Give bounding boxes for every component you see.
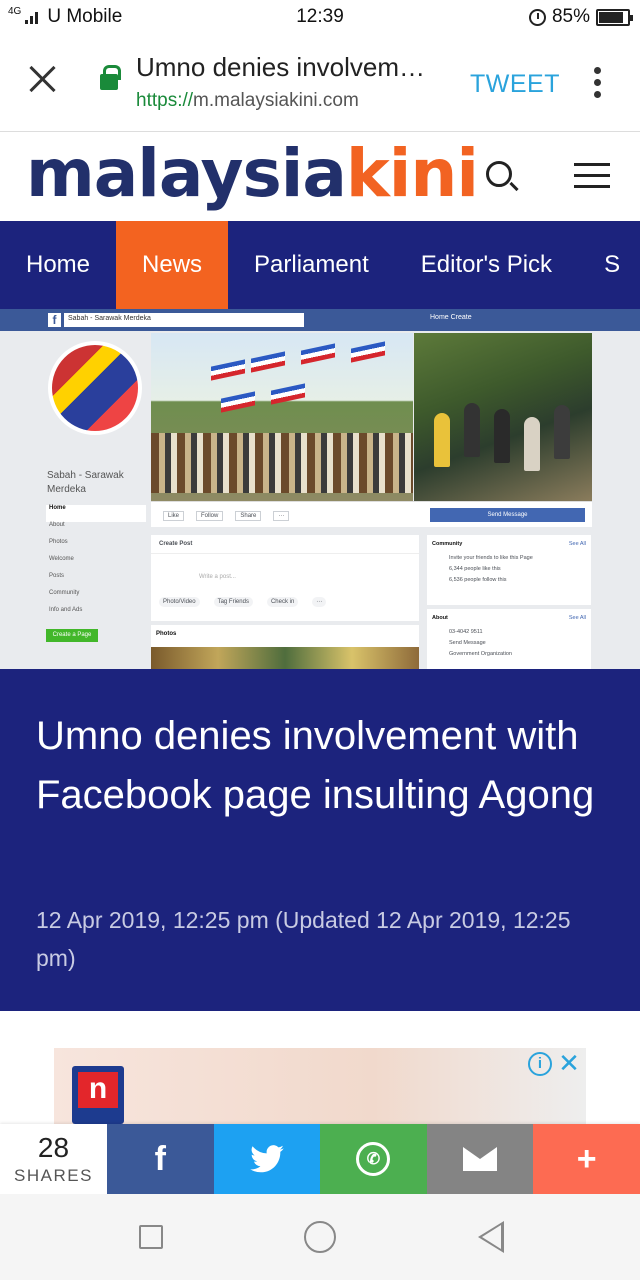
section-nav: Home News Parliament Editor's Pick S (0, 221, 640, 309)
facebook-logo-icon: f (48, 313, 61, 327)
twitter-icon (250, 1145, 284, 1173)
fb-search-box: Sabah - Sarawak Merdeka (64, 313, 304, 327)
fb-menu-item: Info and Ads (49, 607, 83, 613)
fb-photos-section: Photos (151, 625, 419, 669)
battery-icon (596, 8, 633, 26)
battery-percent: 85% (551, 6, 590, 27)
article-date: 12 Apr 2019, 12:25 pm (Updated 12 Apr 20… (36, 907, 571, 971)
share-twitter-button[interactable] (213, 1124, 321, 1194)
alarm-icon (528, 8, 546, 26)
share-count-label: SHARES (14, 1166, 93, 1185)
plus-icon: + (576, 1139, 597, 1178)
email-icon (463, 1147, 498, 1171)
article-title: Umno denies involvement with Facebook pa… (36, 714, 595, 817)
article-header: Umno denies involvement with Facebook pa… (0, 669, 640, 1011)
site-logo[interactable]: malaysiakini (26, 135, 479, 212)
recent-apps-icon[interactable] (139, 1225, 163, 1249)
status-right: 85% (528, 6, 633, 28)
fb-send-message-button: Send Message (430, 508, 585, 522)
hamburger-menu-icon[interactable] (574, 163, 610, 189)
facebook-icon: f (154, 1139, 166, 1178)
url-text[interactable]: https://m.malaysiakini.com (136, 90, 359, 112)
fb-menu-item: Posts (49, 573, 65, 579)
search-icon[interactable] (486, 161, 512, 187)
share-facebook-button[interactable]: f (107, 1124, 214, 1194)
close-icon[interactable] (28, 64, 58, 94)
fb-menu-item: Welcome (49, 556, 74, 562)
nav-item-editors-pick[interactable]: Editor's Pick (395, 221, 578, 309)
fb-page-actions: Like Follow Share ··· Send Message (151, 501, 592, 527)
share-whatsapp-button[interactable]: ✆ (320, 1124, 427, 1194)
url-host: m.malaysiakini.com (193, 90, 359, 111)
fb-topbar: f Sabah - Sarawak Merdeka Home Create (0, 309, 640, 331)
share-bar: 28 SHARES f ✆ + (0, 1124, 640, 1194)
advertisement-banner[interactable]: n i ✕ (54, 1048, 586, 1124)
page-title: Umno denies involvem… (136, 52, 426, 82)
nav-item-news[interactable]: News (116, 221, 229, 309)
fb-page-name: Sabah - Sarawak Merdeka (47, 470, 124, 495)
back-icon[interactable] (478, 1221, 504, 1253)
fb-menu-item: Photos (49, 539, 68, 545)
fb-menu-item: Community (49, 590, 80, 596)
fb-menu-item: About (49, 522, 65, 528)
fb-create-post: Create Post Write a post... Photo/Video T… (151, 535, 419, 621)
nav-item-parliament[interactable]: Parliament (228, 221, 395, 309)
fb-profile-picture (48, 341, 142, 435)
share-email-button[interactable] (426, 1124, 534, 1194)
nav-item-home[interactable]: Home (0, 221, 116, 309)
share-count: 28 SHARES (0, 1124, 107, 1194)
tweet-button[interactable]: TWEET (470, 70, 560, 99)
fb-cover-photo-crowd (414, 333, 592, 501)
advertiser-logo: n (72, 1066, 124, 1124)
whatsapp-icon: ✆ (356, 1142, 391, 1176)
fb-about-box: About See All 03-4042 9511 Send Message G… (427, 609, 591, 669)
fb-page-menu: Home About Photos Welcome Posts Communit… (46, 505, 146, 624)
share-count-number: 28 (37, 1132, 70, 1163)
share-more-button[interactable]: + (533, 1124, 640, 1194)
fb-cover-photo-flags (151, 333, 413, 501)
site-header: malaysiakini (0, 133, 640, 221)
more-options-icon[interactable] (594, 67, 602, 99)
nav-item-more[interactable]: S (578, 221, 640, 309)
fb-left-column: Sabah - Sarawak Merdeka Home About Photo… (40, 335, 150, 669)
ad-close-icon[interactable]: ✕ (556, 1050, 582, 1076)
lock-icon[interactable] (100, 65, 121, 90)
url-scheme: https:// (136, 90, 194, 111)
fb-menu-item: Home (46, 505, 146, 522)
home-icon[interactable] (304, 1221, 336, 1253)
status-bar: 4G U Mobile 12:39 85% (0, 0, 640, 34)
article-hero-image: f Sabah - Sarawak Merdeka Home Create Sa… (0, 309, 640, 669)
system-navigation-bar (0, 1194, 640, 1280)
fb-top-nav: Home Create (430, 314, 472, 321)
browser-toolbar: Umno denies involvem… https://m.malaysia… (0, 34, 640, 132)
ad-info-icon[interactable]: i (528, 1052, 552, 1076)
fb-community-box: Community See All Invite your friends to … (427, 535, 591, 605)
fb-create-page-button: Create a Page (46, 629, 98, 642)
